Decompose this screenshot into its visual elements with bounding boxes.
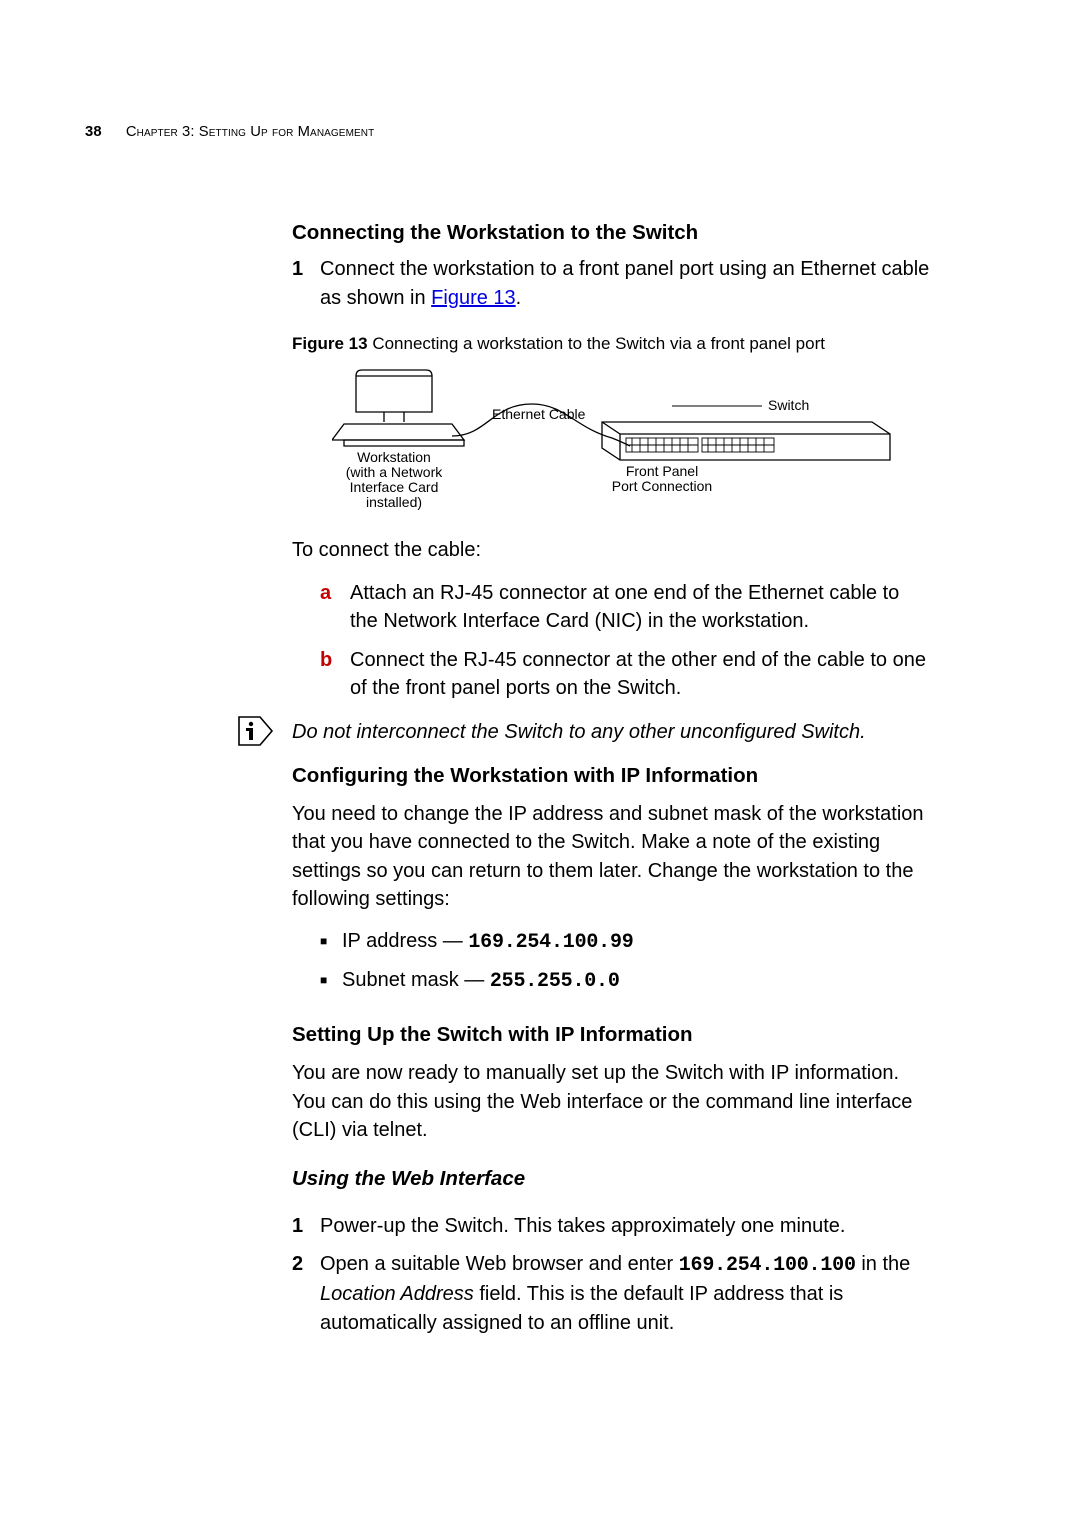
list-item: ■ IP address — 169.254.100.99 xyxy=(320,927,930,957)
text-run: . xyxy=(516,287,522,309)
list-item: 1 Connect the workstation to a front pan… xyxy=(292,255,930,312)
connection-diagram-svg: Ethernet Cable Switch xyxy=(332,364,892,514)
info-icon xyxy=(238,716,274,746)
text-run: IP address — xyxy=(342,930,468,952)
paragraph: You need to change the IP address and su… xyxy=(292,800,930,914)
label-workstation-l3: Interface Card xyxy=(350,479,439,495)
step-number: 2 xyxy=(292,1250,320,1337)
text-run: Open a suitable Web browser and enter xyxy=(320,1253,679,1275)
paragraph: You are now ready to manually set up the… xyxy=(292,1059,930,1144)
label-ethernet-cable: Ethernet Cable xyxy=(492,406,586,422)
list-item: 1 Power-up the Switch. This takes approx… xyxy=(292,1212,930,1240)
step-number: 1 xyxy=(292,1212,320,1240)
step-text: Connect the RJ-45 connector at the other… xyxy=(350,646,930,703)
note-text: Do not interconnect the Switch to any ot… xyxy=(292,721,866,743)
field-name: Location Address xyxy=(320,1283,474,1305)
figure-label: Figure 13 xyxy=(292,334,368,353)
paragraph: To connect the cable: xyxy=(292,536,930,564)
label-workstation-l4: installed) xyxy=(366,494,422,510)
text-run: in the xyxy=(856,1253,910,1275)
subnet-mask-value: 255.255.0.0 xyxy=(490,970,620,993)
figure-caption-text: Connecting a workstation to the Switch v… xyxy=(368,334,825,353)
ip-address-value: 169.254.100.99 xyxy=(468,931,633,954)
list-item: 2 Open a suitable Web browser and enter … xyxy=(292,1250,930,1337)
heading-setting-up-ip: Setting Up the Switch with IP Informatio… xyxy=(292,1020,930,1049)
chapter-title: Chapter 3: Setting Up for Management xyxy=(126,124,374,140)
figure-diagram: Ethernet Cable Switch xyxy=(332,364,930,522)
step-text: Attach an RJ-45 connector at one end of … xyxy=(350,579,930,636)
bullet-text: Subnet mask — 255.255.0.0 xyxy=(342,966,930,996)
label-front-panel-l1: Front Panel xyxy=(626,463,698,479)
text-run: Connect the workstation to a front panel… xyxy=(320,258,929,308)
info-note: Do not interconnect the Switch to any ot… xyxy=(292,718,930,746)
body-column: Connecting the Workstation to the Switch… xyxy=(292,218,930,1347)
figure-link[interactable]: Figure 13 xyxy=(431,287,516,309)
bullet-text: IP address — 169.254.100.99 xyxy=(342,927,930,957)
step-letter: a xyxy=(320,579,350,636)
step-number: 1 xyxy=(292,255,320,312)
bullet-icon: ■ xyxy=(320,927,342,957)
figure-caption: Figure 13 Connecting a workstation to th… xyxy=(292,332,930,356)
step-text: Power-up the Switch. This takes approxim… xyxy=(320,1212,930,1240)
label-workstation-l1: Workstation xyxy=(357,449,431,465)
page-number: 38 xyxy=(85,124,102,140)
label-front-panel-l2: Port Connection xyxy=(612,478,712,494)
ip-address-value: 169.254.100.100 xyxy=(679,1254,856,1277)
list-item: ■ Subnet mask — 255.255.0.0 xyxy=(320,966,930,996)
step-text: Open a suitable Web browser and enter 16… xyxy=(320,1250,930,1337)
text-run: Subnet mask — xyxy=(342,969,490,991)
heading-using-web-interface: Using the Web Interface xyxy=(292,1164,930,1193)
running-header: 38 Chapter 3: Setting Up for Management xyxy=(85,122,374,143)
page: 38 Chapter 3: Setting Up for Management … xyxy=(0,0,1080,1528)
list-item: b Connect the RJ-45 connector at the oth… xyxy=(320,646,930,703)
step-letter: b xyxy=(320,646,350,703)
heading-connecting: Connecting the Workstation to the Switch xyxy=(292,218,930,247)
list-item: a Attach an RJ-45 connector at one end o… xyxy=(320,579,930,636)
step-text: Connect the workstation to a front panel… xyxy=(320,255,930,312)
bullet-icon: ■ xyxy=(320,966,342,996)
label-workstation-l2: (with a Network xyxy=(346,464,443,480)
label-switch: Switch xyxy=(768,397,809,413)
heading-configuring-ip: Configuring the Workstation with IP Info… xyxy=(292,761,930,790)
